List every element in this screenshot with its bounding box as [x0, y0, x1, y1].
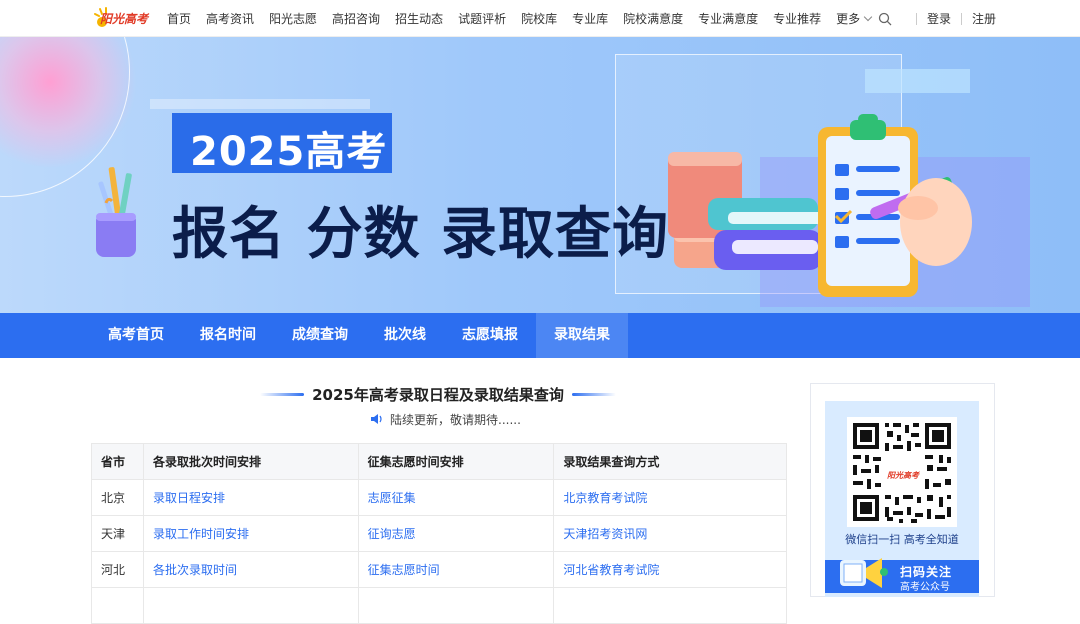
qr-center-logo: 阳光高考 — [887, 470, 919, 480]
nav-major-satisfaction[interactable]: 专业满意度 — [698, 10, 758, 27]
banner-headline: 报名 分数 录取查询 — [172, 202, 669, 267]
supplementary-link[interactable]: 志愿征集 — [368, 491, 416, 505]
qr-caption: 微信扫一扫 高考全知道 — [845, 533, 959, 546]
site-logo-text[interactable]: 阳光高考 — [100, 10, 148, 27]
top-nav: 阳光高考 首页 高考资讯 阳光志愿 高招咨询 招生动态 试题评析 院校库 专业库… — [0, 0, 1080, 37]
chevron-down-icon — [863, 12, 873, 22]
nav-university-satisfaction[interactable]: 院校满意度 — [623, 10, 683, 27]
nav-sunshine-application[interactable]: 阳光志愿 — [269, 10, 317, 27]
result-query-link[interactable]: 河北省教育考试院 — [563, 563, 659, 577]
tab-admission-results[interactable]: 录取结果 — [536, 313, 628, 358]
title-decoration-left — [260, 392, 305, 396]
update-notice: 陆续更新，敬请期待...... — [370, 410, 521, 428]
result-query-cell — [553, 587, 787, 624]
table-row — [91, 587, 787, 624]
result-query-link[interactable]: 天津招考资讯网 — [563, 527, 647, 541]
nav-enrollment-news[interactable]: 招生动态 — [395, 10, 443, 27]
register-link[interactable]: 注册 — [972, 10, 996, 27]
banner-rect-decoration — [865, 69, 970, 93]
result-query-cell: 北京教育考试院 — [553, 479, 787, 516]
follow-subtitle: 高考公众号 — [900, 582, 950, 593]
supplementary-cell — [357, 587, 555, 624]
column-header-supplementary-schedule: 征集志愿时间安排 — [357, 443, 555, 480]
supplementary-link[interactable]: 征询志愿 — [368, 527, 416, 541]
column-header-result-query: 录取结果查询方式 — [553, 443, 787, 480]
province-cell: 天津 — [91, 515, 144, 552]
nav-more-label: 更多 — [836, 12, 861, 26]
nav-major-recommend[interactable]: 专业推荐 — [773, 10, 821, 27]
nav-major-db[interactable]: 专业库 — [572, 10, 608, 27]
tab-gaokao-home[interactable]: 高考首页 — [90, 313, 182, 358]
divider — [960, 12, 962, 25]
banner-year-text: 2025高考 — [190, 129, 388, 175]
supplementary-cell: 征集志愿时间 — [357, 551, 555, 588]
column-header-province: 省市 — [91, 443, 144, 480]
province-cell: 北京 — [91, 479, 144, 516]
page-title: 2025年高考录取日程及录取结果查询 — [312, 385, 564, 404]
batch-schedule-link[interactable]: 各批次录取时间 — [153, 563, 237, 577]
hero-banner: 2025高考 报名 分数 录取查询 — [0, 37, 1080, 313]
nav-exam-analysis[interactable]: 试题评析 — [458, 10, 506, 27]
table-row: 北京 录取日程安排 志愿征集 北京教育考试院 — [91, 479, 787, 516]
tab-batch-line[interactable]: 批次线 — [366, 313, 444, 358]
batch-schedule-cell: 录取日程安排 — [142, 479, 359, 516]
divider — [915, 12, 917, 25]
column-header-batch-schedule: 各录取批次时间安排 — [142, 443, 359, 480]
supplementary-cell: 征询志愿 — [357, 515, 555, 552]
nav-gaokao-news[interactable]: 高考资讯 — [206, 10, 254, 27]
batch-schedule-cell: 录取工作时间安排 — [142, 515, 359, 552]
table-header-row: 省市 各录取批次时间安排 征集志愿时间安排 录取结果查询方式 — [91, 443, 787, 480]
banner-light-decoration — [150, 99, 370, 109]
result-query-cell: 河北省教育考试院 — [553, 551, 787, 588]
title-decoration-right — [571, 392, 616, 396]
tab-score-query[interactable]: 成绩查询 — [274, 313, 366, 358]
province-cell — [91, 587, 144, 624]
speaker-icon — [371, 414, 382, 424]
province-cell: 河北 — [91, 551, 144, 588]
tab-application-filling[interactable]: 志愿填报 — [444, 313, 536, 358]
login-link[interactable]: 登录 — [927, 10, 951, 27]
result-query-link[interactable]: 北京教育考试院 — [563, 491, 647, 505]
nav-home[interactable]: 首页 — [167, 10, 191, 27]
pencil-cup-icon — [96, 167, 136, 257]
batch-schedule-link[interactable]: 录取日程安排 — [153, 491, 225, 505]
notice-text: 陆续更新，敬请期待...... — [390, 412, 521, 427]
table-row: 河北 各批次录取时间 征集志愿时间 河北省教育考试院 — [91, 551, 787, 588]
main-menu: 首页 高考资讯 阳光志愿 高招咨询 招生动态 试题评析 院校库 专业库 院校满意… — [160, 0, 886, 37]
result-query-cell: 天津招考资讯网 — [553, 515, 787, 552]
table-row: 天津 录取工作时间安排 征询志愿 天津招考资讯网 — [91, 515, 787, 552]
nav-more[interactable]: 更多 — [836, 10, 873, 27]
batch-schedule-link[interactable]: 录取工作时间安排 — [153, 527, 249, 541]
section-heading: 2025年高考录取日程及录取结果查询 — [260, 382, 616, 406]
batch-schedule-cell: 各批次录取时间 — [142, 551, 359, 588]
books-clipboard-illustration-icon — [668, 114, 972, 297]
megaphone-icon — [840, 558, 888, 588]
section-tabs: 高考首页 报名时间 成绩查询 批次线 志愿填报 录取结果 — [0, 313, 1080, 358]
tab-registration-time[interactable]: 报名时间 — [182, 313, 274, 358]
supplementary-cell: 志愿征集 — [357, 479, 555, 516]
search-icon[interactable] — [878, 12, 892, 26]
nav-admission-consult[interactable]: 高招咨询 — [332, 10, 380, 27]
batch-schedule-cell — [142, 587, 359, 624]
nav-university-db[interactable]: 院校库 — [521, 10, 557, 27]
supplementary-link[interactable]: 征集志愿时间 — [368, 563, 440, 577]
nav-account: 登录 注册 — [878, 0, 996, 37]
